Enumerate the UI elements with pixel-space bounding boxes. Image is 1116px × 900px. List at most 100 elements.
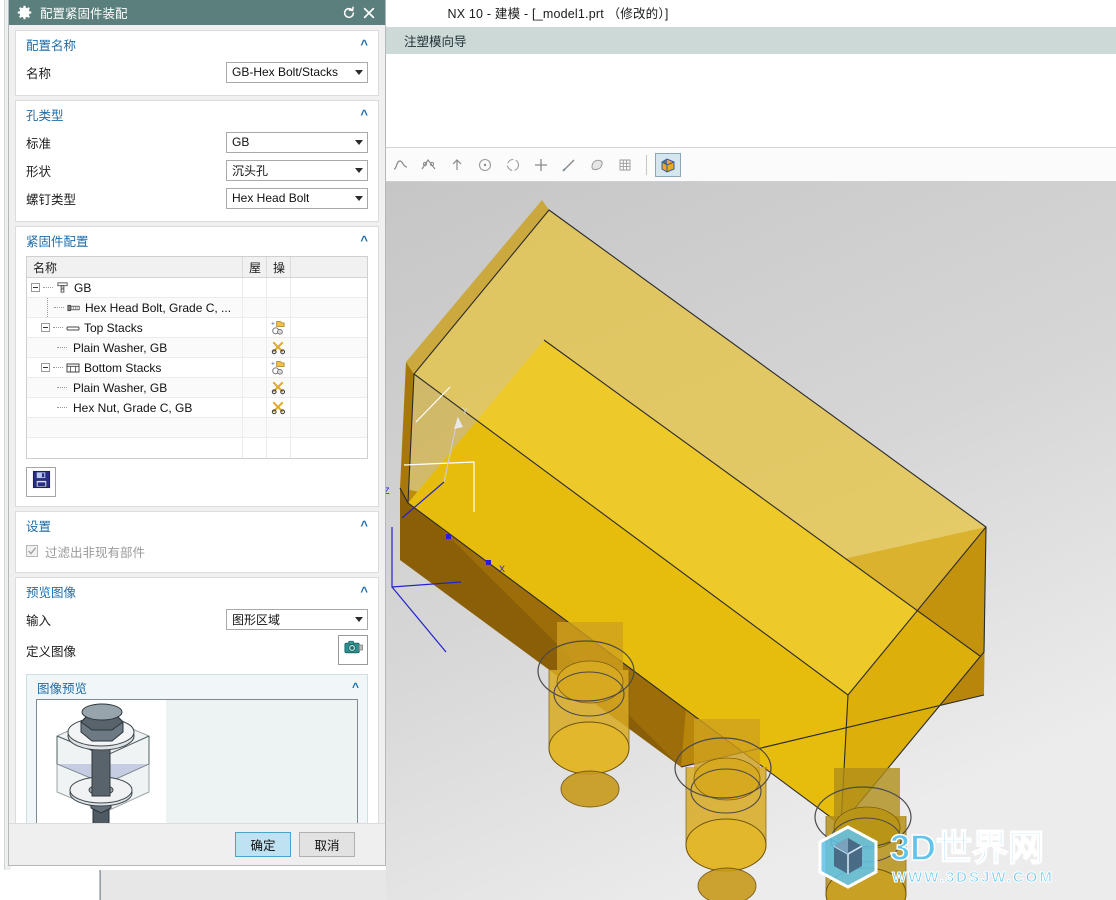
chevron-up-icon[interactable]: ^: [360, 519, 368, 532]
nx-window-title: NX 10 - 建模 - [_model1.prt （修改的）]: [447, 7, 669, 21]
subgroup-title: 图像预览: [37, 681, 88, 696]
config-name-select[interactable]: GB-Hex Bolt/Stacks: [226, 61, 368, 83]
tree-connector: [57, 407, 67, 408]
washer-bar-icon: [65, 321, 80, 335]
table-row[interactable]: Top Stacks +: [27, 318, 367, 338]
group-settings-header[interactable]: 设置 ^: [16, 512, 378, 539]
row-action-cell: [267, 278, 291, 297]
group-title: 预览图像: [26, 586, 77, 600]
define-image-button[interactable]: [338, 635, 368, 665]
table-row[interactable]: Plain Washer, GB: [27, 338, 367, 358]
chevron-up-icon[interactable]: ^: [360, 234, 368, 247]
chevron-up-icon[interactable]: ^: [360, 38, 368, 51]
row-label: Hex Nut, Grade C, GB: [73, 400, 193, 415]
hole-standard-select[interactable]: GB: [226, 131, 368, 153]
surface-icon[interactable]: [584, 152, 610, 178]
screw-type-label: 螺钉类型: [26, 192, 77, 207]
row-attr-cell: [243, 378, 267, 397]
row-name-cell: Bottom Stacks: [27, 358, 243, 377]
collapse-expander-icon[interactable]: [41, 323, 50, 332]
grid-icon[interactable]: [612, 152, 638, 178]
cancel-button[interactable]: 取消: [299, 832, 355, 857]
group-preview-image: 预览图像 ^ 输入 图形区域 定义图像 图像预览 ^: [15, 577, 379, 823]
chevron-up-icon[interactable]: ^: [360, 108, 368, 121]
bolt-icon: [55, 281, 70, 295]
circle-center-icon[interactable]: [472, 152, 498, 178]
config-name-label: 名称: [26, 66, 52, 81]
row-action-cell: [267, 438, 291, 458]
chevron-up-icon[interactable]: ^: [352, 681, 359, 693]
spline-icon[interactable]: [388, 152, 414, 178]
axis-icon[interactable]: [444, 152, 470, 178]
group-preview-image-header[interactable]: 预览图像 ^: [16, 578, 378, 605]
preview-input-label: 输入: [26, 613, 52, 628]
define-image-row: 定义图像: [26, 633, 368, 667]
row-attr-cell: [243, 438, 267, 458]
line-icon[interactable]: [556, 152, 582, 178]
group-config-name: 配置名称 ^ 名称 GB-Hex Bolt/Stacks: [15, 30, 379, 96]
row-attr-cell: [243, 398, 267, 417]
table-row[interactable]: Hex Head Bolt, Grade C, ...: [27, 298, 367, 318]
subgroup-image-preview-header[interactable]: 图像预览 ^: [27, 675, 367, 699]
chevron-up-icon[interactable]: ^: [360, 585, 368, 598]
group-fastener-config-content: 名称 屋 操 GB Hex Head Bolt, Grade C, ... To…: [16, 256, 378, 506]
screen: NX 10 - 建模 - [_model1.prt （修改的）] 注塑模向导 Y…: [0, 0, 1116, 900]
row-name-cell: [27, 418, 243, 437]
row-blank-cell: [291, 338, 367, 357]
collapse-expander-icon[interactable]: [41, 363, 50, 372]
tab-mold-wizard[interactable]: 注塑模向导: [386, 31, 467, 50]
hole-shape-label: 形状: [26, 164, 52, 179]
lower-left-panel: [0, 870, 100, 900]
close-icon[interactable]: [359, 3, 379, 23]
nx-ribbon-tab-strip[interactable]: 注塑模向导: [386, 27, 1116, 54]
group-config-name-header[interactable]: 配置名称 ^: [16, 31, 378, 58]
table-row[interactable]: Bottom Stacks +: [27, 358, 367, 378]
point-set-icon[interactable]: [416, 152, 442, 178]
toolbar-separator: [646, 154, 647, 175]
group-hole-type-content: 标准 GB 形状 沉头孔 螺钉类型 Hex Head Bolt: [16, 128, 378, 221]
remove-icon[interactable]: [267, 338, 291, 357]
save-button[interactable]: [26, 467, 56, 497]
table-row[interactable]: Plain Washer, GB: [27, 378, 367, 398]
tree-connector: [53, 327, 63, 328]
reset-icon[interactable]: [339, 3, 359, 23]
circle-icon[interactable]: [500, 152, 526, 178]
tree-connector: [53, 367, 63, 368]
svg-text:+: +: [271, 321, 275, 328]
hole-shape-row: 形状 沉头孔: [26, 156, 368, 184]
row-label: GB: [74, 280, 92, 295]
row-blank-cell: [291, 378, 367, 397]
row-blank-cell: [291, 418, 367, 437]
hole-shape-select[interactable]: 沉头孔: [226, 159, 368, 181]
nx-toolbar: [386, 148, 1116, 182]
preview-input-select[interactable]: 图形区域: [226, 608, 368, 630]
column-header-attr: 屋: [243, 257, 267, 277]
define-image-label: 定义图像: [26, 644, 77, 659]
image-preview-canvas: [36, 699, 358, 823]
crosshair-icon[interactable]: [528, 152, 554, 178]
row-name-cell: Hex Head Bolt, Grade C, ...: [27, 298, 243, 317]
row-blank-cell: [291, 358, 367, 377]
ok-button[interactable]: 确定: [235, 832, 291, 857]
table-row[interactable]: GB: [27, 278, 367, 298]
row-name-cell: GB: [27, 278, 243, 297]
save-floppy-icon: [32, 470, 51, 494]
remove-icon[interactable]: [267, 398, 291, 417]
solid-body-icon[interactable]: [655, 152, 681, 177]
filter-nonexistent-parts-label: 过滤出非现有部件: [45, 545, 146, 560]
group-fastener-config-header[interactable]: 紧固件配置 ^: [16, 227, 378, 254]
add-stack-icon[interactable]: +: [267, 318, 291, 337]
dialog-title-bar[interactable]: 配置紧固件装配: [9, 0, 385, 25]
add-stack-icon[interactable]: +: [267, 358, 291, 377]
group-hole-type-header[interactable]: 孔类型 ^: [16, 101, 378, 128]
filter-nonexistent-parts-row[interactable]: 过滤出非现有部件: [26, 539, 368, 563]
remove-icon[interactable]: [267, 378, 291, 397]
fastener-tree-table[interactable]: 名称 屋 操 GB Hex Head Bolt, Grade C, ... To…: [26, 256, 368, 459]
screw-type-select[interactable]: Hex Head Bolt: [226, 187, 368, 209]
collapse-expander-icon[interactable]: [31, 283, 40, 292]
table-row[interactable]: Hex Nut, Grade C, GB: [27, 398, 367, 418]
graphics-window[interactable]: Y Z X: [386, 182, 1116, 900]
stack-icon: [65, 361, 80, 375]
group-fastener-config: 紧固件配置 ^ 名称 屋 操 GB Hex Head Bolt, Grade C…: [15, 226, 379, 507]
row-name-cell: Top Stacks: [27, 318, 243, 337]
